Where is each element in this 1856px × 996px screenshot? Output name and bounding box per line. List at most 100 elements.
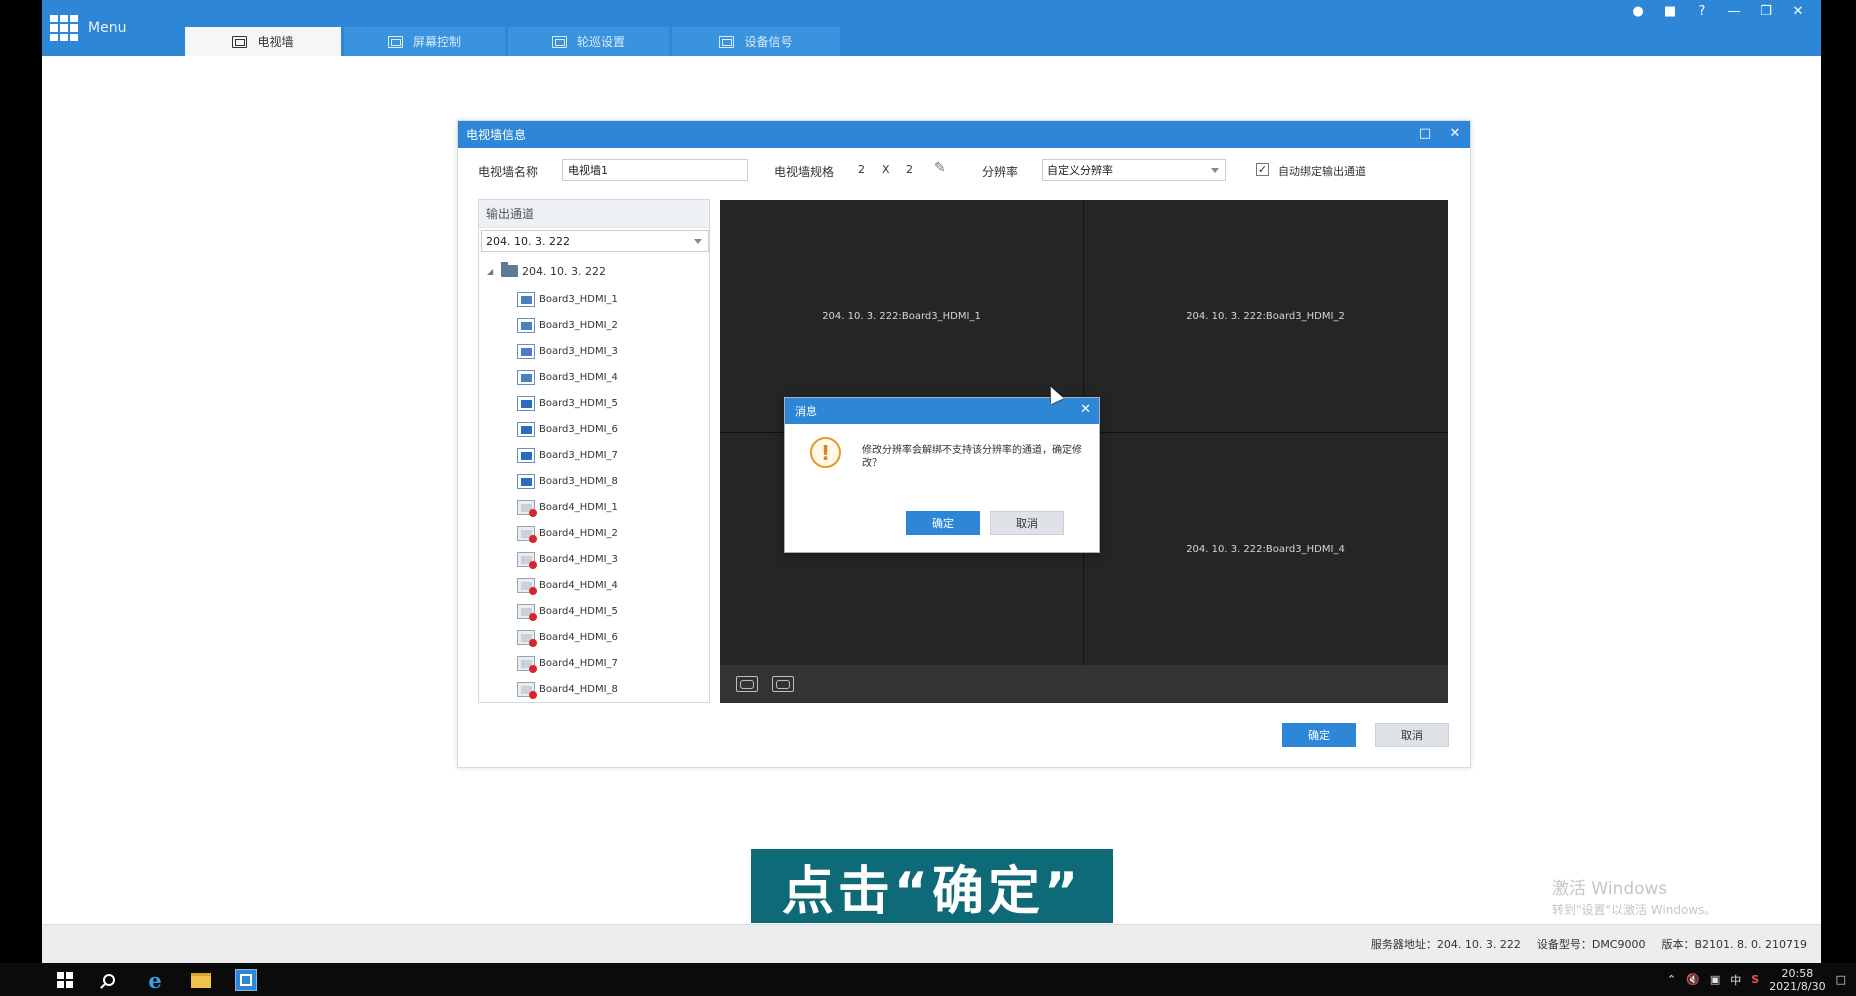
wall-rows-value[interactable]: 2 [858, 163, 865, 176]
channel-item[interactable]: Board4_HDMI_8 [517, 676, 707, 702]
wall-screen[interactable]: 204. 10. 3. 222:Board3_HDMI_4 [1084, 433, 1447, 665]
tab-tour-settings[interactable]: 轮巡设置 [508, 27, 669, 56]
tray-app-icon[interactable]: S [1751, 973, 1759, 986]
ie-browser-icon: e [148, 967, 162, 993]
dialog-title: 电视墙信息 [466, 128, 527, 142]
network-icon[interactable]: ▣ [1710, 973, 1720, 986]
channel-item[interactable]: Board3_HDMI_6 [517, 416, 707, 442]
channel-item[interactable]: Board4_HDMI_4 [517, 572, 707, 598]
resolution-select[interactable]: 自定义分辨率 [1042, 159, 1226, 181]
maximize-icon[interactable]: □ [1418, 125, 1432, 141]
file-explorer-icon [191, 972, 211, 988]
channel-label: Board3_HDMI_8 [539, 475, 618, 487]
channel-item[interactable]: Board4_HDMI_1 [517, 494, 707, 520]
channel-item[interactable]: Board4_HDMI_5 [517, 598, 707, 624]
split-screens-icon[interactable] [772, 676, 794, 692]
taskbar-clock[interactable]: 20:58 2021/8/30 [1769, 967, 1825, 993]
chevron-down-icon [1211, 168, 1219, 173]
top-bar: Menu 电视墙 屏幕控制 轮巡设置 设备信号 ● ■ ? — ❐ ✕ [42, 0, 1821, 56]
channel-item[interactable]: Board4_HDMI_7 [517, 650, 707, 676]
user-icon[interactable]: ● [1629, 2, 1647, 20]
tab-screen-control[interactable]: 屏幕控制 [344, 27, 505, 56]
chevron-up-icon[interactable]: ⌃ [1667, 973, 1676, 986]
collapse-triangle-icon[interactable]: ◢ [487, 267, 497, 276]
auto-bind-checkbox[interactable]: ✓ [1256, 163, 1269, 176]
signal-icon [719, 35, 735, 48]
offline-dot-icon [529, 534, 537, 543]
edit-pencil-icon[interactable]: ✎ [934, 160, 946, 176]
close-icon[interactable]: ✕ [1789, 2, 1807, 20]
notification-icon[interactable]: □ [1836, 973, 1846, 986]
offline-dot-icon [529, 612, 537, 621]
ime-indicator[interactable]: 中 [1730, 972, 1741, 988]
warning-icon: ! [810, 437, 841, 468]
channel-label: Board3_HDMI_1 [539, 293, 618, 305]
tab-label: 电视墙 [257, 35, 294, 49]
lock-icon[interactable]: ■ [1661, 2, 1679, 20]
tab-device-signal[interactable]: 设备信号 [672, 27, 840, 56]
help-icon[interactable]: ? [1693, 2, 1711, 20]
taskbar-explorer[interactable] [190, 969, 212, 991]
menu-button[interactable]: Menu [50, 14, 126, 42]
wall-cols-value[interactable]: 2 [906, 163, 913, 176]
device-select-value: 204. 10. 3. 222 [486, 234, 570, 248]
tab-video-wall[interactable]: 电视墙 [185, 27, 341, 56]
device-tree-root[interactable]: ◢ 204. 10. 3. 222 [487, 262, 606, 280]
wall-screen[interactable]: 204. 10. 3. 222:Board3_HDMI_2 [1084, 200, 1447, 432]
close-icon[interactable]: ✕ [1448, 125, 1462, 141]
channel-item[interactable]: Board3_HDMI_7 [517, 442, 707, 468]
message-ok-button[interactable]: 确定 [906, 511, 980, 535]
minimize-icon[interactable]: — [1725, 2, 1743, 20]
channel-offline-icon [517, 681, 537, 699]
start-button[interactable] [54, 969, 76, 991]
offline-dot-icon [529, 638, 537, 647]
channel-item[interactable]: Board4_HDMI_3 [517, 546, 707, 572]
channel-item[interactable]: Board3_HDMI_4 [517, 364, 707, 390]
channel-output-icon [517, 291, 535, 307]
output-channel-panel: 输出通道 204. 10. 3. 222 ◢ 204. 10. 3. 222 B… [478, 199, 710, 703]
search-button[interactable] [98, 969, 120, 991]
channel-offline-icon [517, 525, 537, 543]
channel-item[interactable]: Board4_HDMI_6 [517, 624, 707, 650]
message-cancel-button[interactable]: 取消 [990, 511, 1064, 535]
windows-logo-icon [57, 972, 73, 988]
dialog-titlebar: 电视墙信息 □ ✕ [458, 121, 1470, 148]
wall-ok-button[interactable]: 确定 [1282, 723, 1356, 747]
device-folder-icon [501, 262, 518, 277]
channel-item[interactable]: Board3_HDMI_8 [517, 468, 707, 494]
output-channel-header: 输出通道 [479, 200, 709, 228]
taskbar-ie[interactable]: e [144, 967, 166, 993]
channel-offline-icon [517, 655, 537, 673]
close-icon[interactable]: ✕ [1080, 402, 1091, 417]
wall-cancel-button[interactable]: 取消 [1375, 723, 1449, 747]
channel-item[interactable]: Board3_HDMI_5 [517, 390, 707, 416]
speaker-muted-icon[interactable]: 🔇 [1686, 973, 1700, 986]
channel-output-icon [517, 343, 535, 359]
channel-output-icon [517, 317, 535, 333]
channel-item[interactable]: Board3_HDMI_1 [517, 286, 707, 312]
server-address: 服务器地址：204. 10. 3. 222 [1370, 938, 1521, 951]
merge-screens-icon[interactable] [736, 676, 758, 692]
restore-icon[interactable]: ❐ [1757, 2, 1775, 20]
device-select[interactable]: 204. 10. 3. 222 [481, 230, 709, 252]
channel-label: Board4_HDMI_1 [539, 501, 618, 513]
screen-icon [387, 35, 403, 48]
channel-item[interactable]: Board3_HDMI_3 [517, 338, 707, 364]
wall-spec-label: 电视墙规格 [774, 165, 835, 179]
channel-offline-icon [517, 577, 537, 595]
tutorial-caption: 点击“确定” [751, 849, 1113, 923]
version: 版本：B2101. 8. 0. 210719 [1661, 938, 1807, 951]
tour-icon [551, 35, 567, 48]
channel-label: Board3_HDMI_2 [539, 319, 618, 331]
screen-channel-label: 204. 10. 3. 222:Board3_HDMI_1 [822, 310, 981, 322]
activation-watermark: 激活 Windows 转到"设置"以激活 Windows。 [1552, 874, 1716, 918]
channel-item[interactable]: Board4_HDMI_2 [517, 520, 707, 546]
offline-dot-icon [529, 560, 537, 569]
channel-offline-icon [517, 629, 537, 647]
tab-label: 设备信号 [744, 35, 793, 49]
wall-name-input[interactable]: 电视墙1 [562, 159, 748, 181]
channel-offline-icon [517, 551, 537, 569]
taskbar-app[interactable] [235, 969, 257, 991]
channel-item[interactable]: Board3_HDMI_2 [517, 312, 707, 338]
message-title: 消息 [795, 405, 817, 418]
